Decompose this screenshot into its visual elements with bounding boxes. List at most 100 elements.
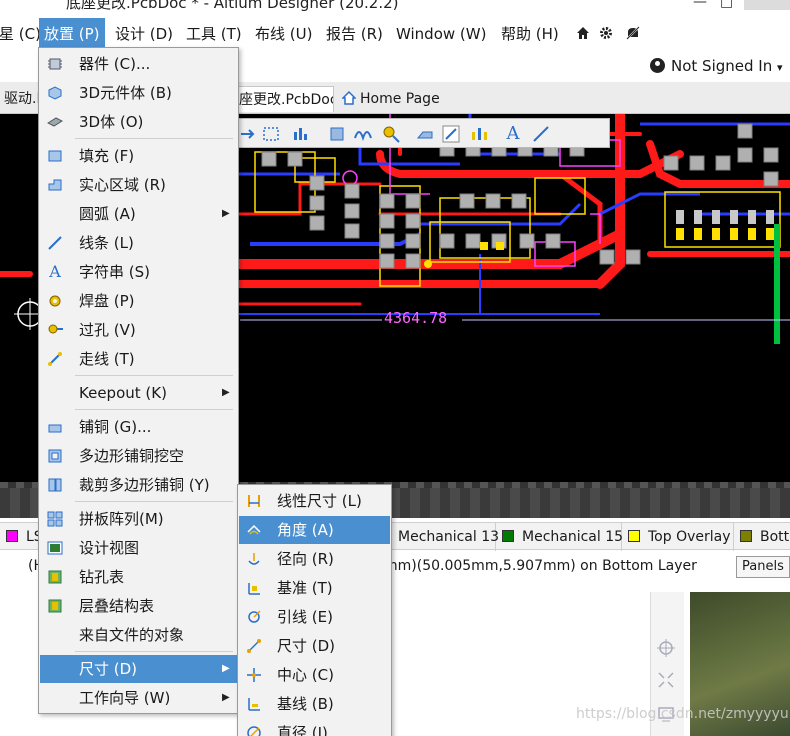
menu-item-label: 器件 (C)... xyxy=(79,55,151,73)
place-menu-item-polygon-cutout[interactable]: 多边形铺铜挖空 xyxy=(40,442,237,470)
layer-tab-bottom[interactable]: Bott xyxy=(734,523,790,551)
submenu-arrow-icon: ▶ xyxy=(222,692,230,703)
notifications-off-icon[interactable] xyxy=(625,26,641,42)
panels-button[interactable]: Panels xyxy=(736,556,790,578)
place-menu-item-pad[interactable]: 焊盘 (P) xyxy=(40,287,237,315)
dimension-item-angular[interactable]: 角度 (A) xyxy=(239,516,390,544)
place-menu-item-layer-stack-table[interactable]: 层叠结构表 xyxy=(40,592,237,620)
dimension-item-baseline[interactable]: 基线 (B) xyxy=(239,690,390,718)
place-menu-item-component[interactable]: 器件 (C)... xyxy=(40,50,237,78)
menu-item-label: 裁剪多边形铺铜 (Y) xyxy=(79,476,210,494)
layer-tab-mechanical-13[interactable]: Mechanical 13 xyxy=(392,523,499,551)
gear-icon[interactable] xyxy=(598,26,614,42)
standard-dimension-icon xyxy=(247,639,261,653)
menu-item-label: 线性尺寸 (L) xyxy=(277,492,362,510)
menu-item-label: 层叠结构表 xyxy=(79,597,155,615)
place-menu-item-panel-array[interactable]: 拼板阵列(M) xyxy=(40,505,237,533)
place-menu-item-design-view[interactable]: 设计视图 xyxy=(40,534,237,562)
via-pad-icon[interactable] xyxy=(381,124,401,144)
menu-item-label: 过孔 (V) xyxy=(79,321,136,339)
place-menu-item-drill-table[interactable]: 钻孔表 xyxy=(40,563,237,591)
dimension-item-datum[interactable]: 基准 (T) xyxy=(239,574,390,602)
linear-dimension-icon xyxy=(248,495,260,507)
menu-item-label: 3D元件体 (B) xyxy=(79,84,172,102)
place-menu-item-slice-polygon[interactable]: 裁剪多边形铺铜 (Y) xyxy=(40,471,237,499)
baseline-dimension-icon xyxy=(248,698,260,711)
layer-tab-ls[interactable]: LS xyxy=(0,523,43,551)
dimension-item-linear[interactable]: 线性尺寸 (L) xyxy=(239,487,390,515)
place-menu-item-dimension[interactable]: 尺寸 (D) ▶ xyxy=(40,655,237,683)
menu-item-label: 尺寸 (D) xyxy=(277,637,336,655)
menu-item-label: 尺寸 (D) xyxy=(79,660,138,678)
dimension-item-center[interactable]: 中心 (C) xyxy=(239,661,390,689)
menu-item-label: 3D体 (O) xyxy=(79,113,144,131)
dimension-item-radial[interactable]: 径向 (R) xyxy=(239,545,390,573)
place-menu-item-track[interactable]: 走线 (T) xyxy=(40,345,237,373)
menu-reports[interactable]: 报告 (R) xyxy=(321,18,388,50)
select-rect-icon[interactable] xyxy=(261,124,281,144)
user-account-button[interactable]: Not Signed In ▾ xyxy=(650,54,783,78)
layer-tab-label: Mechanical 15 xyxy=(522,529,624,545)
dimension-submenu: 线性尺寸 (L) 角度 (A) 径向 (R) 基准 (T) 引线 (E) 尺寸 … xyxy=(237,484,392,736)
place-menu-item-fill[interactable]: 填充 (F) xyxy=(40,142,237,170)
place-menu-item-polygon-pour[interactable]: 铺铜 (G)... xyxy=(40,413,237,441)
menu-separator xyxy=(75,651,233,652)
place-menu-item-3d-body[interactable]: 3D元件体 (B) xyxy=(40,79,237,107)
fill-icon[interactable] xyxy=(415,124,435,144)
dimension-icon[interactable] xyxy=(469,124,489,144)
rule-icon[interactable] xyxy=(441,124,461,144)
dimension-item-diameter[interactable]: 直径 (I) xyxy=(239,719,390,736)
dimension-item-standard[interactable]: 尺寸 (D) xyxy=(239,632,390,660)
layer-tab-label: Bott xyxy=(760,529,790,545)
layer-tab-top-overlay[interactable]: Top Overlay xyxy=(622,523,734,551)
align-icon[interactable] xyxy=(291,124,311,144)
minimize-icon[interactable]: — xyxy=(693,0,707,10)
place-menu-dropdown: 器件 (C)... 3D元件体 (B) 3D体 (O) 填充 (F) 实心区域 … xyxy=(38,47,239,714)
line-icon[interactable] xyxy=(531,124,551,144)
place-menu-item-arc[interactable]: 圆弧 (A) ▶ xyxy=(40,200,237,228)
menu-window[interactable]: Window (W) xyxy=(391,18,491,50)
menu-route[interactable]: 布线 (U) xyxy=(250,18,317,50)
menu-help[interactable]: 帮助 (H) xyxy=(496,18,564,50)
place-menu-item-solid-region[interactable]: 实心区域 (R) xyxy=(40,171,237,199)
dimension-item-leader[interactable]: 引线 (E) xyxy=(239,603,390,631)
place-menu-item-3d-object[interactable]: 3D体 (O) xyxy=(40,108,237,136)
menu-item-label: 直径 (I) xyxy=(277,724,328,736)
doc-tab-home[interactable]: Home Page xyxy=(338,86,444,112)
home-icon[interactable] xyxy=(575,26,591,42)
menu-item-label: 走线 (T) xyxy=(79,350,135,368)
menu-item-label: 铺铜 (G)... xyxy=(79,418,152,436)
move-icon[interactable] xyxy=(239,124,259,144)
dimension-label: 4364.78 xyxy=(384,309,448,327)
layer-stack-table-icon xyxy=(48,599,62,613)
menu-design[interactable]: 设计 (D) xyxy=(110,18,178,50)
target-icon[interactable] xyxy=(656,638,676,658)
maximize-icon[interactable]: □ xyxy=(720,0,733,10)
interactive-route-icon[interactable] xyxy=(353,124,373,144)
submenu-arrow-icon: ▶ xyxy=(222,663,230,674)
menu-item-label: 引线 (E) xyxy=(277,608,333,626)
string-icon[interactable]: A xyxy=(503,124,523,144)
close-button[interactable] xyxy=(744,0,790,10)
menu-separator xyxy=(75,409,233,410)
angular-dimension-icon xyxy=(247,524,261,535)
place-menu-item-line[interactable]: 线条 (L) xyxy=(40,229,237,257)
component-icon[interactable] xyxy=(327,124,347,144)
string-icon: A xyxy=(49,262,61,281)
doc-tab-driver[interactable]: 驱动.P xyxy=(0,86,42,112)
place-menu-item-via[interactable]: 过孔 (V) xyxy=(40,316,237,344)
place-menu-item-keepout[interactable]: Keepout (K) ▶ xyxy=(40,379,237,407)
place-menu-item-wizard[interactable]: 工作向导 (W) ▶ xyxy=(40,684,237,712)
title-bar: 底座更改.PcbDoc * - Altium Designer (20.2.2)… xyxy=(0,0,790,18)
place-menu-item-string[interactable]: A 字符串 (S) xyxy=(40,258,237,286)
menu-place[interactable]: 放置 (P) xyxy=(39,18,105,50)
doc-tab-pcb-label: 座更改.PcbDoc * xyxy=(239,92,334,108)
doc-tab-pcb[interactable]: 座更改.PcbDoc * xyxy=(238,86,334,112)
layer-tab-mechanical-15[interactable]: Mechanical 15 xyxy=(496,523,624,551)
menu-tools[interactable]: 工具 (T) xyxy=(181,18,247,50)
user-label: Not Signed In xyxy=(671,57,773,75)
fit-view-icon[interactable] xyxy=(656,670,676,690)
layer-tab-label: Top Overlay xyxy=(648,529,731,545)
menu-item-label: 焊盘 (P) xyxy=(79,292,135,310)
place-menu-item-object-from-file[interactable]: 来自文件的对象 xyxy=(40,621,237,649)
